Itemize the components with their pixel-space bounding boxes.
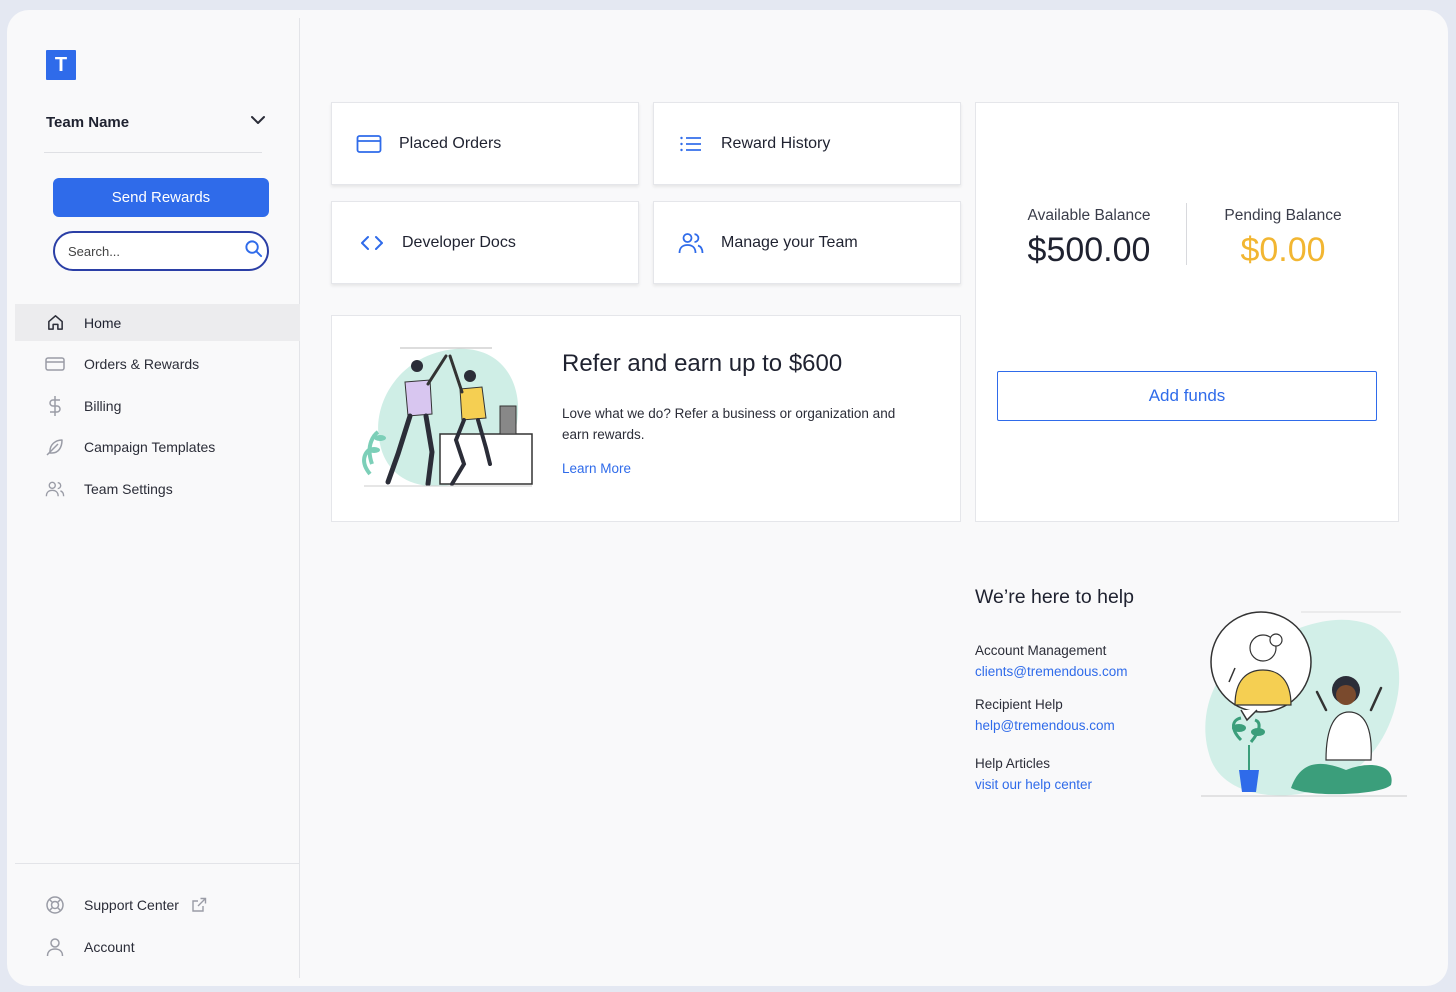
nav-item-label: Campaign Templates [84, 439, 216, 455]
divider [15, 863, 300, 864]
add-funds-button[interactable]: Add funds [997, 371, 1377, 421]
nav-item-home[interactable]: Home [15, 304, 300, 341]
card-icon [356, 131, 382, 157]
recipient-email-link[interactable]: help@tremendous.com [975, 718, 1115, 733]
nav-item-label: Account [84, 938, 135, 955]
high-five-illustration [360, 344, 536, 499]
team-switcher[interactable]: Team Name [46, 106, 266, 138]
developer-docs-card[interactable]: Developer Docs [331, 201, 639, 284]
nav-item-label: Billing [84, 397, 122, 414]
list-icon [678, 131, 704, 157]
account-management-label: Account Management [975, 643, 1107, 658]
help-articles-label: Help Articles [975, 756, 1051, 771]
search-icon[interactable] [244, 239, 263, 263]
placed-orders-card[interactable]: Placed Orders [331, 102, 639, 185]
learn-more-link[interactable]: Learn More [562, 461, 631, 476]
app-window: T Team Name Send Rewards Home [7, 10, 1448, 986]
team-name: Team Name [46, 113, 130, 131]
quick-link-label: Reward History [721, 134, 831, 152]
tremendous-logo[interactable]: T [46, 50, 76, 80]
quick-link-label: Developer Docs [402, 233, 516, 251]
support-illustration [1201, 610, 1407, 805]
feather-icon [45, 437, 65, 457]
nav-item-label: Home [84, 314, 122, 331]
home-icon [45, 313, 65, 333]
chevron-down-icon [250, 112, 266, 133]
send-rewards-button[interactable]: Send Rewards [53, 178, 269, 217]
external-link-icon [191, 897, 207, 913]
recipient-help-label: Recipient Help [975, 697, 1063, 712]
manage-team-card[interactable]: Manage your Team [653, 201, 961, 284]
available-balance-label: Available Balance [1027, 207, 1151, 224]
dollar-icon [45, 395, 65, 416]
help-center-link[interactable]: visit our help center [975, 777, 1092, 792]
nav-item-account[interactable]: Account [15, 928, 300, 965]
users-icon [45, 479, 65, 499]
lifebuoy-icon [45, 895, 65, 915]
help-title: We’re here to help [975, 586, 1134, 608]
nav-item-orders-rewards[interactable]: Orders & Rewards [15, 346, 300, 383]
refer-description: Love what we do? Refer a business or org… [562, 406, 896, 442]
refer-card: Refer and earn up to $600 Love what we d… [331, 315, 961, 522]
main-nav: Home Orders & Rewards Billing Campaign T… [15, 304, 300, 512]
user-icon [45, 937, 65, 957]
nav-item-billing[interactable]: Billing [15, 387, 300, 424]
refer-title: Refer and earn up to $600 [562, 350, 843, 377]
search-box[interactable] [53, 231, 269, 271]
balance-card: Available Balance $500.00 Pending Balanc… [975, 102, 1399, 522]
quick-link-label: Placed Orders [399, 134, 502, 152]
nav-item-label: Support Center [84, 896, 179, 913]
divider [44, 152, 262, 153]
available-balance-value: $500.00 [1027, 231, 1151, 269]
users-icon [678, 230, 704, 256]
account-email-link[interactable]: clients@tremendous.com [975, 664, 1128, 679]
sidebar: T Team Name Send Rewards Home [15, 18, 300, 978]
pending-balance-value: $0.00 [1240, 231, 1326, 269]
help-section: We’re here to help Account Management cl… [975, 586, 1415, 806]
nav-item-label: Orders & Rewards [84, 356, 200, 372]
code-icon [359, 230, 385, 256]
nav-item-support-center[interactable]: Support Center [15, 886, 300, 923]
pending-balance-label: Pending Balance [1224, 207, 1342, 224]
nav-item-team-settings[interactable]: Team Settings [15, 470, 300, 507]
nav-item-label: Team Settings [84, 480, 173, 497]
card-icon [45, 354, 65, 374]
bottom-nav: Support Center Account [15, 886, 300, 970]
search-input[interactable] [68, 243, 244, 259]
reward-history-card[interactable]: Reward History [653, 102, 961, 185]
nav-item-campaign-templates[interactable]: Campaign Templates [15, 429, 300, 466]
quick-link-label: Manage your Team [721, 233, 858, 251]
